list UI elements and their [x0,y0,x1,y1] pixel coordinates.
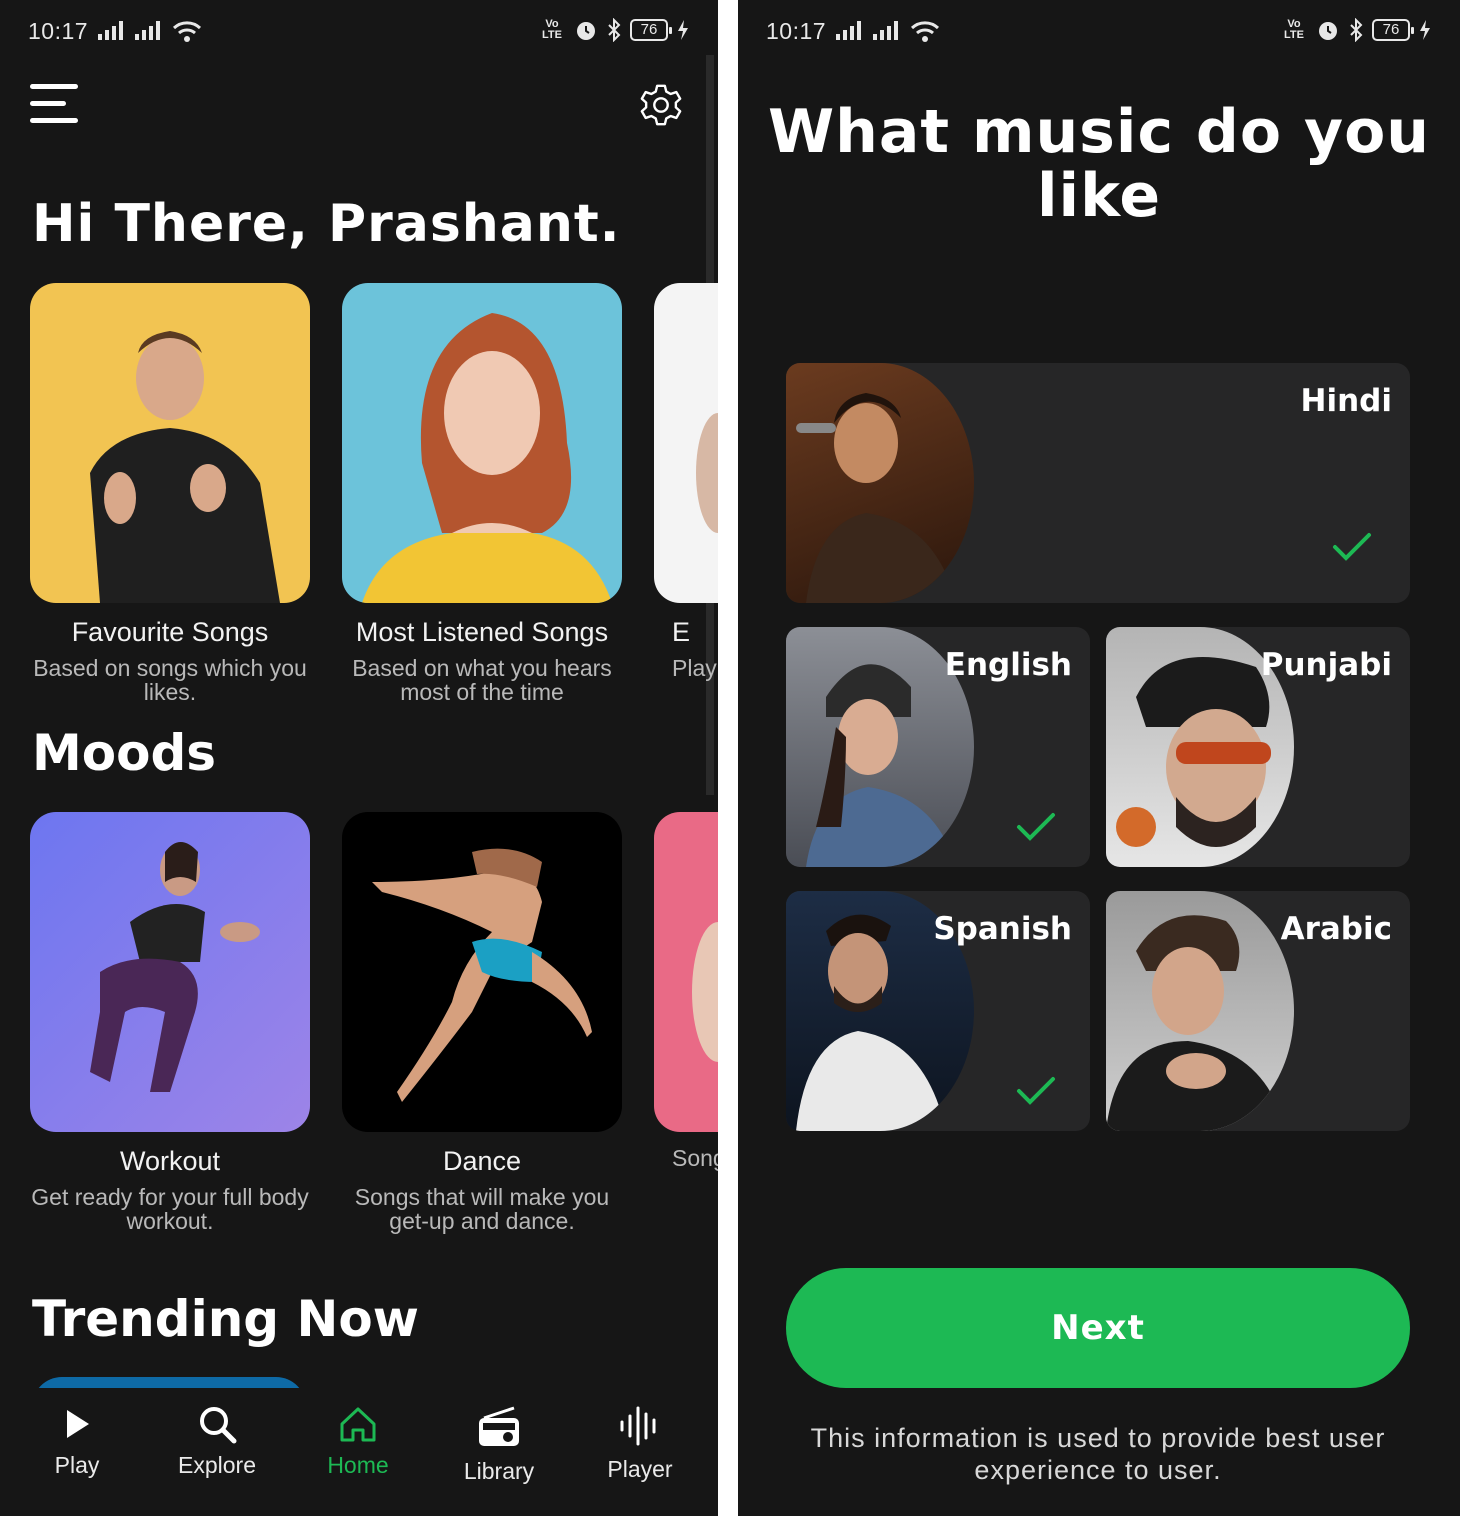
nav-library[interactable]: Library [444,1404,554,1485]
mood-card[interactable]: Workout Get ready for your full body wor… [30,812,310,1233]
language-name: English [944,647,1072,683]
language-name: Arabic [1280,911,1392,947]
language-option-hindi[interactable]: Hindi [786,363,1410,603]
wifi-icon [910,21,940,42]
next-button[interactable]: Next [786,1268,1410,1388]
nav-label: Explore [178,1452,256,1478]
nav-label: Player [607,1456,673,1482]
playlist-artwork [30,283,310,603]
artist-photo [1106,891,1294,1131]
status-bar: 10:17 Vo LTE 76 [0,14,718,50]
wifi-icon [172,21,202,42]
playlist-card[interactable]: Favourite Songs Based on songs which you… [30,283,310,704]
check-icon [1017,813,1055,841]
nav-label: Home [327,1452,389,1478]
playlist-card[interactable]: E Play v [654,283,718,680]
mood-artwork [30,812,310,1132]
signal-icon [873,20,898,40]
language-option-punjabi[interactable]: Punjabi [1106,627,1410,867]
battery-icon: 76 [630,19,672,41]
language-option-spanish[interactable]: Spanish [786,891,1090,1131]
charging-icon [678,20,688,40]
status-time: 10:17 [28,18,89,44]
language-name: Spanish [933,911,1072,947]
battery-icon: 76 [1372,19,1414,41]
playlist-subtitle: Based on what you hears most of the time [352,655,612,705]
trending-title: Trending Now [32,1290,419,1348]
playlist-artwork [654,283,718,603]
alarm-icon [1319,22,1337,40]
bluetooth-icon [608,18,621,42]
nav-explore[interactable]: Explore [162,1404,272,1479]
mood-card[interactable]: Song rela [654,812,718,1170]
home-icon [340,1407,376,1442]
language-selection-screen: 10:17 Vo LTE 76 What music do you like Hi… [738,0,1460,1516]
mood-card[interactable]: Dance Songs that will make you get-up an… [342,812,622,1233]
search-icon [200,1407,237,1444]
playlist-title: Favourite Songs [71,617,269,647]
nav-label: Library [463,1458,535,1484]
playlist-artwork [342,283,622,603]
signal-icon [98,20,123,40]
status-bar: 10:17 Vo LTE 76 [738,14,1460,50]
signal-icon [135,20,160,40]
playlist-title: Most Listened Songs [355,617,609,647]
home-screen: 10:17 Vo LTE 76 Hi There, Prashant. Favo… [0,0,718,1516]
status-time: 10:17 [766,18,827,44]
language-option-english[interactable]: English [786,627,1090,867]
mood-title: Workout [119,1146,221,1176]
charging-icon [1420,20,1430,40]
question-title: What music do you like [767,97,1431,231]
nav-player[interactable]: Player [585,1404,695,1483]
bluetooth-icon [1350,18,1363,42]
mood-subtitle: Song rela [672,1145,718,1171]
signal-icon [836,20,861,40]
volte-icon: Vo LTE [542,18,562,41]
nav-label: Play [54,1452,100,1478]
mood-subtitle: Get ready for your full body workout. [31,1184,309,1234]
language-name: Hindi [1300,383,1392,419]
nav-home[interactable]: Home [303,1404,413,1479]
playlist-subtitle: Play v [672,655,718,681]
playlist-card[interactable]: Most Listened Songs Based on what you he… [342,283,622,704]
moods-title: Moods [32,724,217,782]
nav-play[interactable]: Play [22,1404,132,1479]
mood-artwork [342,812,622,1132]
mood-artwork [654,812,718,1132]
waveform-icon [620,1406,656,1446]
check-icon [1017,1077,1055,1105]
language-option-arabic[interactable]: Arabic [1106,891,1410,1131]
greeting-title: Hi There, Prashant. [32,194,621,254]
playlist-subtitle: Based on songs which you likes. [33,655,307,705]
gear-icon[interactable] [638,82,684,128]
artist-photo [786,363,974,603]
mood-title: Dance [442,1146,522,1176]
play-icon [67,1410,89,1438]
check-icon [1333,533,1371,561]
bottom-nav: Play Explore Home Library Player [0,1388,718,1516]
volte-icon: Vo LTE [1284,18,1304,41]
language-name: Punjabi [1260,647,1392,683]
playlist-title: E [672,617,691,647]
alarm-icon [577,22,595,40]
mood-subtitle: Songs that will make you get-up and danc… [354,1184,610,1234]
info-text: This information is used to provide best… [810,1423,1386,1485]
menu-icon[interactable] [30,84,78,124]
radio-icon [479,1406,519,1446]
